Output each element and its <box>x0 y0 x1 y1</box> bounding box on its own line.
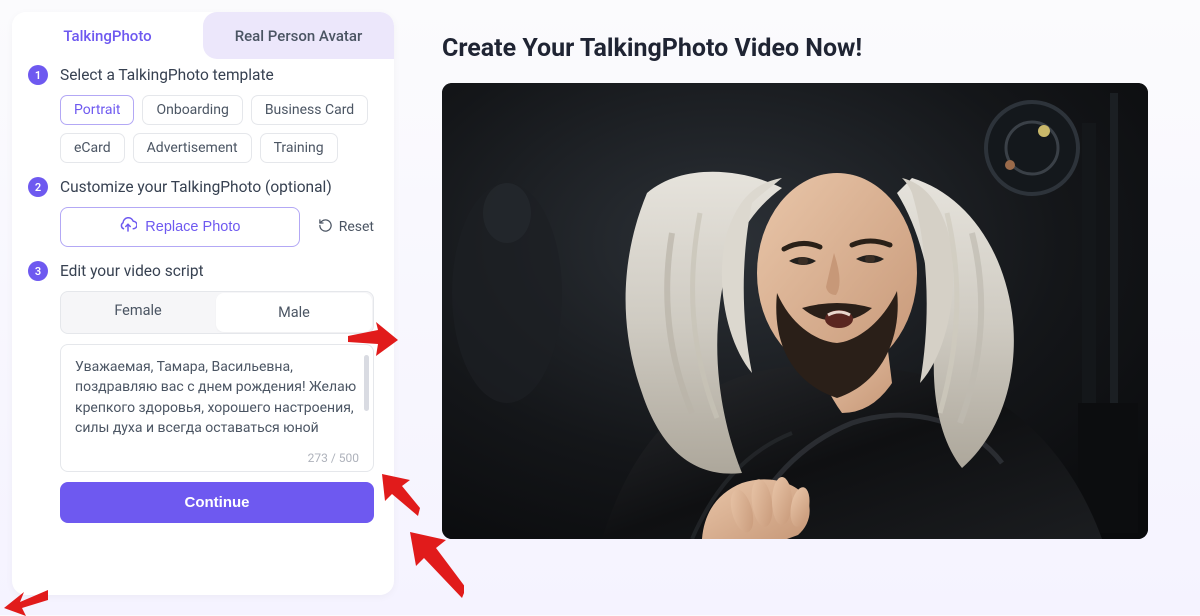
upload-cloud-icon <box>119 217 137 237</box>
chip-ecard[interactable]: eCard <box>60 133 125 163</box>
step-2-number: 2 <box>28 177 48 197</box>
chip-business-card[interactable]: Business Card <box>251 95 368 125</box>
char-counter: 273 / 500 <box>308 451 359 465</box>
creator-panel: TalkingPhoto Real Person Avatar 1 Select… <box>12 12 394 595</box>
reset-icon <box>318 218 333 237</box>
tab-talkingphoto[interactable]: TalkingPhoto <box>12 12 203 59</box>
step-3-number: 3 <box>28 261 48 281</box>
voice-female[interactable]: Female <box>61 292 215 333</box>
chip-advertisement[interactable]: Advertisement <box>133 133 252 163</box>
mode-tabs: TalkingPhoto Real Person Avatar <box>12 12 394 59</box>
template-chips: Portrait Onboarding Business Card eCard … <box>32 95 374 163</box>
script-input-wrap: 273 / 500 <box>60 344 374 472</box>
replace-photo-label: Replace Photo <box>145 219 240 235</box>
chip-training[interactable]: Training <box>260 133 338 163</box>
step-2-title: Customize your TalkingPhoto (optional) <box>60 178 332 196</box>
voice-male[interactable]: Male <box>217 294 371 331</box>
tab-real-person-avatar[interactable]: Real Person Avatar <box>203 12 394 59</box>
voice-gender-toggle: Female Male <box>60 291 374 334</box>
step-1: 1 Select a TalkingPhoto template Portrai… <box>32 65 374 163</box>
script-input[interactable] <box>73 355 361 441</box>
reset-label: Reset <box>339 219 374 235</box>
step-2: 2 Customize your TalkingPhoto (optional)… <box>32 177 374 247</box>
step-1-number: 1 <box>28 65 48 85</box>
chip-portrait[interactable]: Portrait <box>60 95 134 125</box>
hero-title: Create Your TalkingPhoto Video Now! <box>442 34 1180 63</box>
replace-photo-button[interactable]: Replace Photo <box>60 207 300 247</box>
chip-onboarding[interactable]: Onboarding <box>142 95 242 125</box>
step-1-title: Select a TalkingPhoto template <box>60 66 274 84</box>
step-3-title: Edit your video script <box>60 262 204 280</box>
continue-button[interactable]: Continue <box>60 482 374 523</box>
scrollbar-thumb[interactable] <box>364 355 369 411</box>
step-3: 3 Edit your video script Female Male 273… <box>32 261 374 523</box>
photo-preview <box>442 83 1148 539</box>
reset-button[interactable]: Reset <box>318 218 374 237</box>
right-pane: Create Your TalkingPhoto Video Now! <box>442 12 1180 595</box>
